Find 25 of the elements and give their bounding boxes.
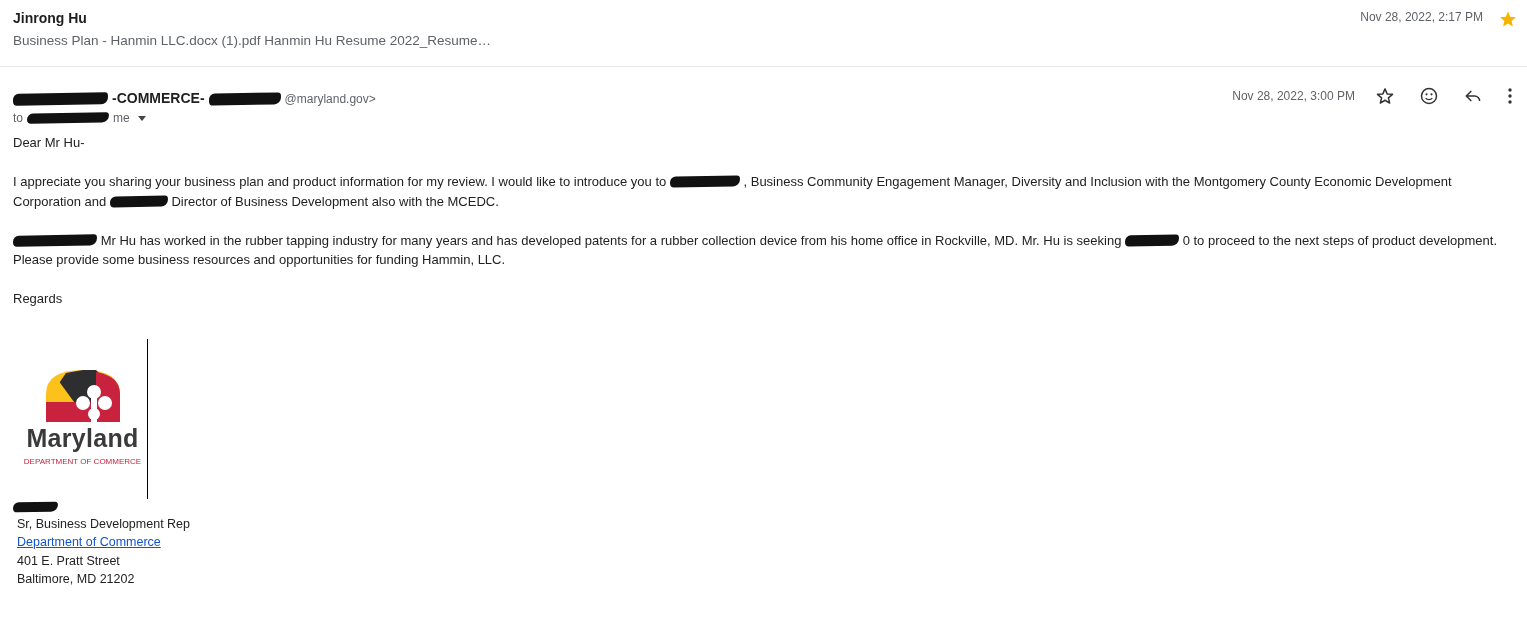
message-date: Nov 28, 2022, 2:17 PM — [1360, 9, 1483, 26]
redaction-mark — [109, 195, 168, 207]
body-paragraph: Mr Hu has worked in the rubber tapping industry for many years and has developed patents for a rubber collection device from his home office in Rockville, MD. Mr. Hu is seeking 0 to proceed to the next steps of product development. Please provide some business resources and opportunities for funding Hammin, LLC. — [13, 231, 1498, 269]
logo-subtitle: DEPARTMENT OF COMMERCE — [23, 455, 142, 468]
sender-text: -COMMERCE- — [112, 89, 205, 108]
recipient-text: to — [13, 110, 23, 127]
signature-text: 401 E. Pratt Street — [17, 553, 120, 568]
body-paragraph: Regards — [13, 290, 64, 308]
sender-text: @maryland.gov> — [284, 90, 376, 108]
redaction-mark — [1124, 234, 1180, 246]
signature-text: Sr, Business Development Rep — [17, 516, 190, 531]
signature-text: Baltimore, MD 21202 — [17, 572, 135, 586]
redaction-mark — [669, 175, 740, 188]
flag-logo-icon — [45, 369, 120, 422]
recipient-text: me — [113, 110, 130, 127]
message-snippet: Business Plan - Hanmin LLC.docx (1).pdf Hanmin Hu Resume 2022_Resume… — [13, 32, 491, 50]
star-icon[interactable] — [1375, 86, 1395, 106]
sender-name: Jinrong Hu — [13, 9, 88, 28]
body-paragraph: I appreciate you sharing your business plan and product information for my review. I would like to introduce you to , Business Community Engagement Manager, Diversity and Inclusion with the Montgomery County Economic Development Corporation and Director of Business Development also with the MCEDC. — [13, 173, 1453, 211]
signature-link[interactable]: Department of Commerce — [17, 535, 161, 549]
body-paragraph: Dear Mr Hu- — [13, 134, 86, 152]
logo-wordmark: Maryland — [26, 425, 139, 451]
message-date: Nov 28, 2022, 3:00 PM — [1232, 88, 1355, 105]
redaction-mark — [12, 501, 59, 512]
caret-icon[interactable] — [137, 115, 146, 121]
